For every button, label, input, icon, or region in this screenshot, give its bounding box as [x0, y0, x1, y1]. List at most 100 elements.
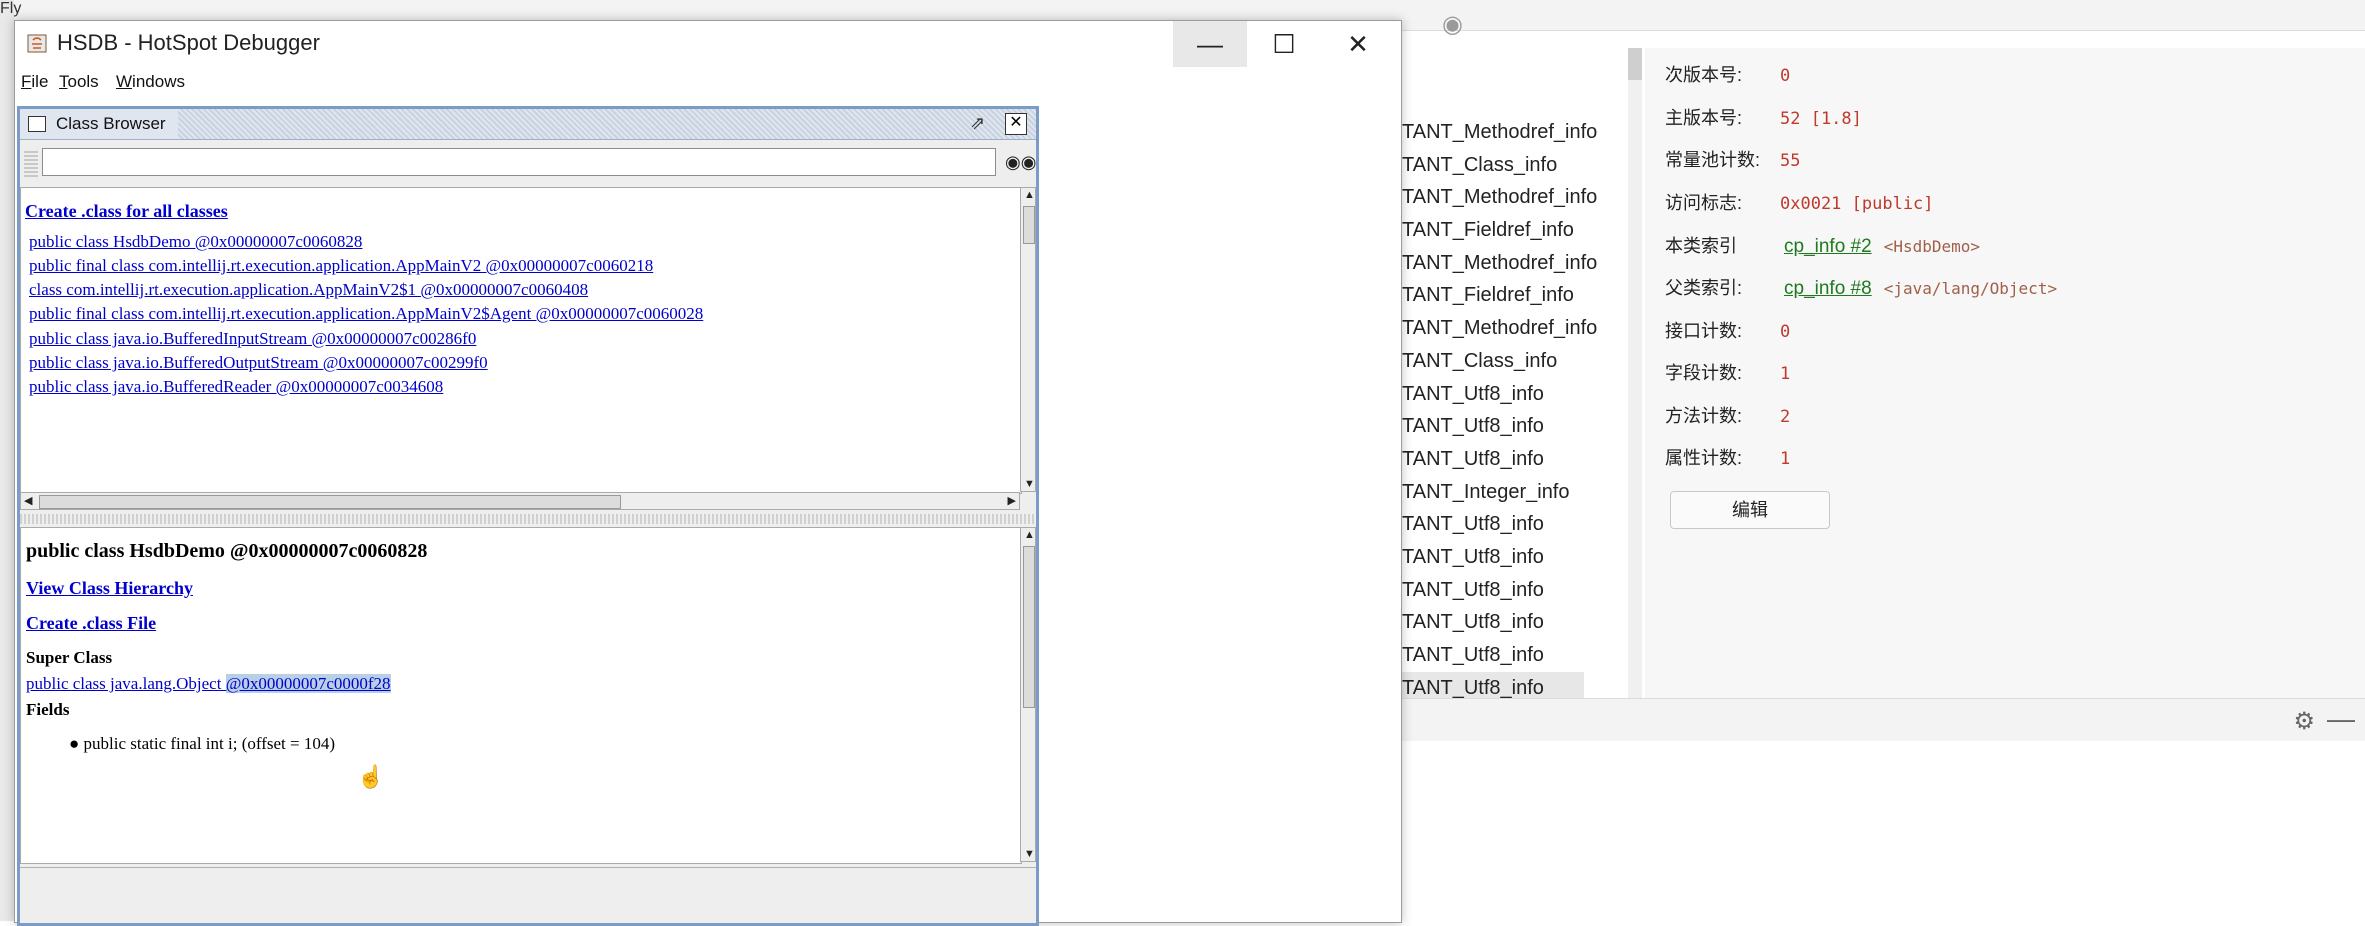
- close-button[interactable]: ✕: [1321, 21, 1395, 67]
- ide-bottom-toolbar: ⚙ —: [1400, 698, 2365, 741]
- minimize-panel-icon[interactable]: —: [2327, 703, 2355, 735]
- super-class-address-link[interactable]: @0x00000007c0000f28: [225, 674, 391, 693]
- constant-pool-item[interactable]: TANT_Utf8_info: [1402, 606, 1632, 639]
- class-list-item[interactable]: class com.intellij.rt.execution.applicat…: [29, 280, 588, 300]
- constant-pool-item[interactable]: TANT_Methodref_info: [1402, 312, 1632, 345]
- constant-pool-item[interactable]: TANT_Utf8_info: [1402, 443, 1632, 476]
- binoculars-search-icon[interactable]: ◉◉: [1005, 148, 1036, 176]
- this-class-label: 本类索引: [1665, 236, 1737, 256]
- super-class-link[interactable]: public class java.lang.Object @0x0000000…: [26, 674, 391, 694]
- class-list-item[interactable]: public class java.io.BufferedOutputStrea…: [29, 353, 488, 373]
- menu-tools[interactable]: Tools: [59, 72, 99, 92]
- constant-pool-item[interactable]: TANT_Utf8_info: [1402, 378, 1632, 411]
- access-flags-value: 0x0021 [public]: [1780, 194, 1934, 214]
- hsdb-window: HSDB - HotSpot Debugger — ☐ ✕ File Tools…: [14, 20, 1402, 926]
- this-class-link[interactable]: cp_info #2: [1784, 236, 1872, 257]
- field-count-label: 字段计数:: [1665, 363, 1743, 383]
- interface-count-row: 接口计数: 0: [1665, 316, 1790, 346]
- class-browser-status-area: [20, 867, 1036, 918]
- scroll-right-icon[interactable]: ▶: [1008, 494, 1016, 507]
- globe-icon[interactable]: ◉: [1442, 10, 1463, 39]
- bullet-icon: ●: [69, 734, 84, 753]
- constant-pool-item[interactable]: TANT_Methodref_info: [1402, 116, 1632, 149]
- class-detail-vertical-scrollbar[interactable]: ▲ ▼: [1020, 527, 1036, 862]
- constant-pool-item[interactable]: TANT_Integer_info: [1402, 476, 1632, 509]
- scroll-down-icon[interactable]: ▼: [1024, 848, 1035, 860]
- minor-version-label: 次版本号:: [1665, 65, 1743, 85]
- class-browser-titlebar[interactable]: Class Browser ⇗ ✕: [20, 109, 1036, 140]
- constant-pool-item[interactable]: TANT_Methodref_info: [1402, 247, 1632, 280]
- class-list-item[interactable]: public final class com.intellij.rt.execu…: [29, 304, 703, 324]
- class-browser-frame: Class Browser ⇗ ✕ ◉◉ Create .class for a…: [17, 106, 1039, 926]
- super-class-name-link[interactable]: public class java.lang.Object: [26, 674, 226, 693]
- constant-pool-item[interactable]: TANT_Fieldref_info: [1402, 214, 1632, 247]
- class-detail-pane: public class HsdbDemo @0x00000007c006082…: [20, 527, 1022, 864]
- edit-button[interactable]: 编辑: [1670, 491, 1830, 529]
- class-heading: public class HsdbDemo @0x00000007c006082…: [26, 540, 428, 562]
- class-browser-title-text: Class Browser: [56, 114, 166, 133]
- fields-heading: Fields: [26, 700, 70, 719]
- view-class-hierarchy-link[interactable]: View Class Hierarchy: [26, 578, 193, 599]
- restore-icon[interactable]: ⇗: [970, 113, 985, 134]
- constant-pool-item[interactable]: TANT_Utf8_info: [1402, 541, 1632, 574]
- scroll-up-icon[interactable]: ▲: [1024, 529, 1035, 541]
- super-class-heading: Super Class: [26, 648, 113, 667]
- scroll-thumb[interactable]: [39, 495, 621, 509]
- constant-pool-item[interactable]: TANT_Utf8_info: [1402, 574, 1632, 607]
- create-class-file-link[interactable]: Create .class File: [26, 613, 156, 634]
- class-list-item[interactable]: public final class com.intellij.rt.execu…: [29, 256, 653, 276]
- this-class-row: 本类索引 cp_info #2 <HsdbDemo>: [1665, 231, 1980, 261]
- scroll-left-icon[interactable]: ◀: [24, 494, 32, 507]
- super-class-link[interactable]: cp_info #8: [1784, 278, 1872, 299]
- constant-pool-item[interactable]: TANT_Utf8_info: [1402, 508, 1632, 541]
- class-browser-title: Class Browser: [20, 109, 178, 139]
- constant-pool-item[interactable]: TANT_Utf8_info: [1402, 639, 1632, 672]
- java-icon: [27, 34, 47, 53]
- constant-list-scroll-thumb[interactable]: [1628, 48, 1642, 80]
- menu-windows[interactable]: Windows: [116, 72, 185, 92]
- close-frame-icon[interactable]: ✕: [1005, 113, 1027, 135]
- menu-file[interactable]: File: [21, 72, 48, 92]
- major-version-value: 52 [1.8]: [1780, 109, 1862, 129]
- window-title: HSDB - HotSpot Debugger: [57, 30, 320, 55]
- super-class-row: 父类索引: cp_info #8 <java/lang/Object>: [1665, 273, 2057, 303]
- method-count-row: 方法计数: 2: [1665, 401, 1790, 431]
- constant-pool-item[interactable]: TANT_Class_info: [1402, 345, 1632, 378]
- toolbar-grip[interactable]: [24, 149, 38, 177]
- class-list-item[interactable]: public class HsdbDemo @0x00000007c006082…: [29, 232, 362, 252]
- access-flags-label: 访问标志:: [1665, 193, 1743, 213]
- class-info-panel: 次版本号: 0 主版本号: 52 [1.8] 常量池计数: 55 访问标志: 0x002…: [1645, 48, 2365, 698]
- gear-icon[interactable]: ⚙: [2293, 707, 2315, 736]
- field-item-text: public static final int i; (offset = 104…: [83, 734, 336, 753]
- constant-pool-item[interactable]: TANT_Fieldref_info: [1402, 279, 1632, 312]
- major-version-row: 主版本号: 52 [1.8]: [1665, 103, 1862, 133]
- pane-splitter[interactable]: [20, 514, 1036, 524]
- frame-icon: [28, 116, 46, 132]
- constant-pool-item[interactable]: TANT_Class_info: [1402, 149, 1632, 182]
- search-toolbar: ◉◉: [20, 143, 1036, 183]
- ide-tab-label[interactable]: Fly: [0, 0, 21, 18]
- class-list-horizontal-scrollbar[interactable]: ◀ ▶: [20, 492, 1020, 510]
- cp-count-row: 常量池计数: 55: [1665, 145, 1800, 175]
- minor-version-value: 0: [1780, 66, 1791, 86]
- class-search-input[interactable]: [42, 148, 996, 176]
- class-list-vertical-scrollbar[interactable]: ▲ ▼: [1020, 187, 1036, 492]
- method-count-value: 2: [1780, 407, 1791, 427]
- scroll-thumb[interactable]: [1023, 206, 1035, 244]
- attribute-count-value: 1: [1780, 449, 1791, 469]
- create-all-classes-link[interactable]: Create .class for all classes: [25, 201, 228, 222]
- maximize-button[interactable]: ☐: [1247, 21, 1321, 67]
- scroll-up-icon[interactable]: ▲: [1024, 189, 1035, 201]
- constant-pool-item[interactable]: TANT_Methodref_info: [1402, 181, 1632, 214]
- title-bar[interactable]: HSDB - HotSpot Debugger — ☐ ✕: [15, 21, 1401, 67]
- scroll-thumb[interactable]: [1023, 546, 1035, 708]
- minimize-button[interactable]: —: [1173, 21, 1247, 67]
- scroll-down-icon[interactable]: ▼: [1024, 478, 1035, 490]
- constant-pool-item[interactable]: TANT_Utf8_info: [1402, 410, 1632, 443]
- interface-count-value: 0: [1780, 322, 1791, 342]
- attribute-count-row: 属性计数: 1: [1665, 443, 1790, 473]
- class-list-item[interactable]: public class java.io.BufferedReader @0x0…: [29, 377, 443, 397]
- class-list-item[interactable]: public class java.io.BufferedInputStream…: [29, 329, 476, 349]
- field-count-row: 字段计数: 1: [1665, 358, 1790, 388]
- constant-pool-list: TANT_Methodref_info TANT_Class_info TANT_M…: [1402, 116, 1632, 705]
